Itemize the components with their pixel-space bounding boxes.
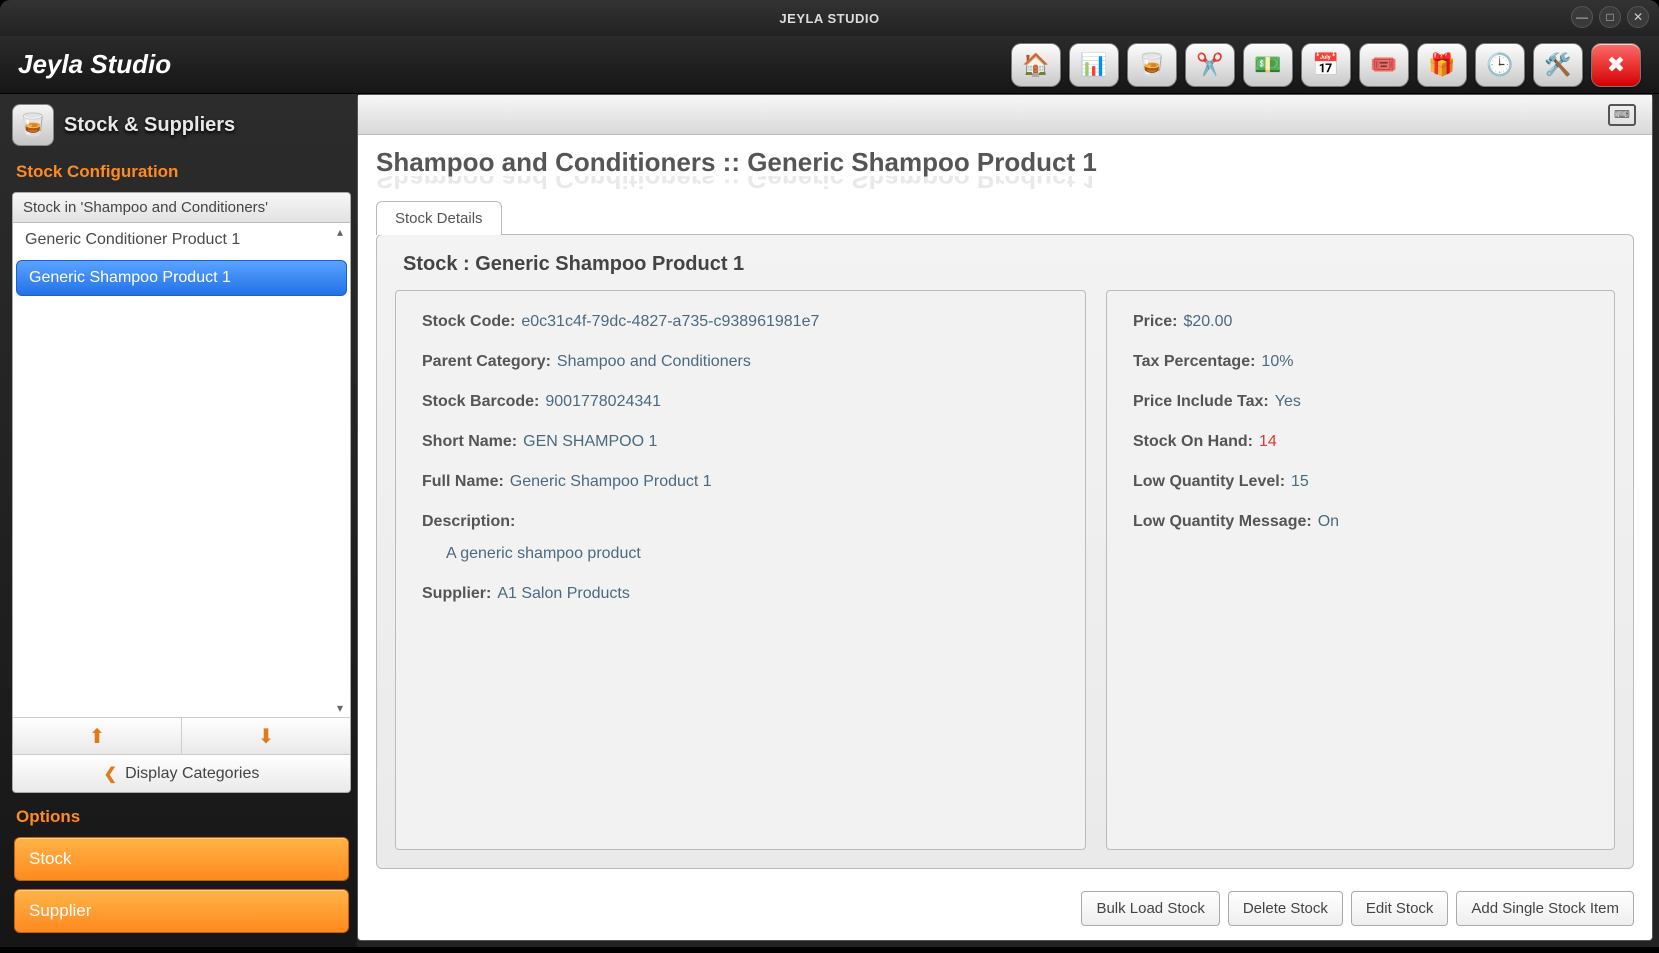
scroll-up-icon[interactable]: ▴: [332, 225, 348, 239]
app-header: Jeyla Studio 🏠 📊 🥃 ✂️ 💵 📅 🎟️ 🎁 🕒 🛠️ ✖: [0, 36, 1659, 94]
list-item[interactable]: Generic Conditioner Product 1: [13, 223, 350, 257]
breadcrumb-reflection: Shampoo and Conditioners :: Generic Sham…: [376, 176, 1634, 194]
sidebar: 🥃 Stock & Suppliers Stock Configuration …: [0, 94, 357, 947]
stock-code-value: e0c31c4f-79dc-4827-a735-c938961981e7: [521, 313, 819, 330]
action-bar: Bulk Load Stock Delete Stock Edit Stock …: [358, 881, 1652, 940]
tax-value: 10%: [1261, 353, 1293, 370]
short-name-label: Short Name:: [422, 433, 517, 450]
stock-on-hand-label: Stock On Hand:: [1133, 433, 1253, 450]
exit-button[interactable]: ✖: [1591, 43, 1641, 87]
money-icon: 💵: [1254, 52, 1281, 78]
home-icon: 🏠: [1022, 52, 1049, 78]
maximize-button[interactable]: □: [1599, 6, 1621, 28]
low-qty-value: 15: [1291, 473, 1309, 490]
include-tax-label: Price Include Tax:: [1133, 393, 1269, 410]
supplier-value: A1 Salon Products: [497, 585, 630, 602]
calendar-button[interactable]: 📅: [1301, 43, 1351, 87]
description-label: Description:: [422, 513, 515, 530]
window-title: JEYLA STUDIO: [779, 11, 879, 26]
arrow-up-icon: ⬆: [89, 724, 106, 749]
titlebar: JEYLA STUDIO — □ ✕: [0, 0, 1659, 36]
calendar-icon: 📅: [1312, 52, 1339, 78]
edit-stock-button[interactable]: Edit Stock: [1351, 891, 1449, 926]
stock-code-label: Stock Code:: [422, 313, 515, 330]
keyboard-icon: ⌨: [1614, 108, 1630, 121]
description-value: A generic shampoo product: [446, 545, 1059, 563]
toolbar: 🏠 📊 🥃 ✂️ 💵 📅 🎟️ 🎁 🕒 🛠️ ✖: [1011, 43, 1641, 87]
gift-button[interactable]: 🎁: [1417, 43, 1467, 87]
option-stock-button[interactable]: Stock: [14, 837, 349, 881]
short-name-value: GEN SHAMPOO 1: [523, 433, 657, 450]
full-name-label: Full Name:: [422, 473, 504, 490]
brand-title: Jeyla Studio: [18, 49, 171, 80]
include-tax-value: Yes: [1275, 393, 1301, 410]
tools-icon: 🛠️: [1544, 52, 1571, 78]
scissors-icon: ✂️: [1196, 52, 1223, 78]
add-single-stock-button[interactable]: Add Single Stock Item: [1456, 891, 1634, 926]
tab-stock-details[interactable]: Stock Details: [376, 201, 502, 235]
display-categories-button[interactable]: ❮ Display Categories: [13, 754, 350, 792]
gift-icon: 🎁: [1428, 52, 1455, 78]
move-down-button[interactable]: ⬇: [182, 718, 350, 754]
price-label: Price:: [1133, 313, 1177, 330]
minimize-button[interactable]: —: [1571, 6, 1593, 28]
bulk-load-stock-button[interactable]: Bulk Load Stock: [1081, 891, 1219, 926]
low-qty-label: Low Quantity Level:: [1133, 473, 1285, 490]
stock-button[interactable]: 🥃: [1127, 43, 1177, 87]
delete-stock-button[interactable]: Delete Stock: [1228, 891, 1343, 926]
price-value: $20.00: [1183, 313, 1232, 330]
keyboard-button[interactable]: ⌨: [1608, 104, 1636, 126]
full-name-value: Generic Shampoo Product 1: [510, 473, 712, 490]
scroll-down-icon[interactable]: ▾: [332, 701, 348, 715]
parent-category-label: Parent Category:: [422, 353, 551, 370]
barcode-value: 9001778024341: [545, 393, 661, 410]
detail-right-card: Price: $20.00 Tax Percentage: 10% Price In…: [1106, 290, 1615, 850]
supplier-label: Supplier:: [422, 585, 491, 602]
options-label: Options: [12, 793, 351, 837]
chevron-left-icon: ❮: [104, 764, 117, 784]
settings-button[interactable]: 🛠️: [1533, 43, 1583, 87]
move-up-button[interactable]: ⬆: [13, 718, 182, 754]
module-icon: 🥃: [12, 104, 54, 146]
cash-button[interactable]: 💵: [1243, 43, 1293, 87]
glass-icon: 🥃: [1138, 52, 1165, 78]
stock-config-label: Stock Configuration: [12, 156, 351, 192]
tax-label: Tax Percentage:: [1133, 353, 1255, 370]
detail-left-card: Stock Code: e0c31c4f-79dc-4827-a735-c9389…: [395, 290, 1086, 850]
home-button[interactable]: 🏠: [1011, 43, 1061, 87]
services-button[interactable]: ✂️: [1185, 43, 1235, 87]
close-window-button[interactable]: ✕: [1627, 6, 1649, 28]
parent-category-value: Shampoo and Conditioners: [557, 353, 751, 370]
low-msg-label: Low Quantity Message:: [1133, 513, 1312, 530]
x-icon: ✖: [1607, 52, 1625, 78]
clock-icon: 🕒: [1486, 52, 1513, 78]
option-supplier-button[interactable]: Supplier: [14, 889, 349, 933]
low-msg-value: On: [1318, 513, 1339, 530]
stock-list[interactable]: ▴ Generic Conditioner Product 1 Generic …: [13, 223, 350, 717]
stock-list-panel: Stock in 'Shampoo and Conditioners' ▴ Ge…: [12, 192, 351, 793]
ticket-icon: 🎟️: [1370, 52, 1397, 78]
detail-title: Stock : Generic Shampoo Product 1: [403, 253, 1615, 276]
stock-on-hand-value: 14: [1259, 433, 1277, 450]
stock-list-header: Stock in 'Shampoo and Conditioners': [13, 193, 350, 223]
clock-button[interactable]: 🕒: [1475, 43, 1525, 87]
receipts-button[interactable]: 🎟️: [1359, 43, 1409, 87]
list-item[interactable]: Generic Shampoo Product 1: [16, 260, 347, 296]
report-button[interactable]: 📊: [1069, 43, 1119, 87]
module-title: Stock & Suppliers: [64, 114, 235, 137]
barcode-label: Stock Barcode:: [422, 393, 539, 410]
display-categories-label: Display Categories: [125, 765, 259, 783]
breadcrumb: Shampoo and Conditioners :: Generic Sham…: [376, 147, 1634, 178]
detail-area: Stock : Generic Shampoo Product 1 Stock …: [376, 234, 1634, 869]
main-top-strip: ⌨: [358, 95, 1652, 135]
main-panel: ⌨ Shampoo and Conditioners :: Generic Sh…: [357, 94, 1653, 941]
chart-icon: 📊: [1080, 52, 1107, 78]
arrow-down-icon: ⬇: [258, 724, 275, 749]
